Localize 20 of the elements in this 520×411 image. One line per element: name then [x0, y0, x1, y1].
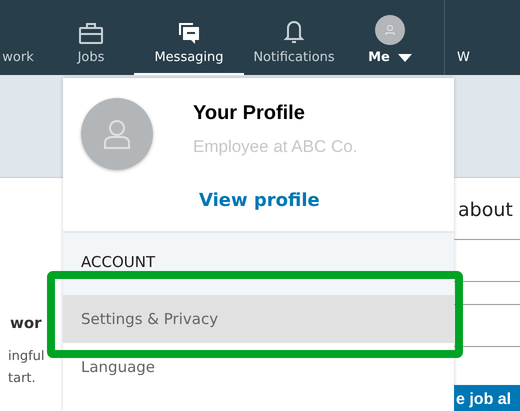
nav-item[interactable]: W — [445, 50, 470, 75]
nav-item[interactable]: Me — [344, 0, 436, 75]
menu-item[interactable]: Settings & Privacy — [63, 295, 454, 343]
job-alert-button[interactable]: e job al — [454, 385, 520, 411]
briefcase-icon — [78, 21, 104, 45]
messages-icon — [176, 21, 202, 45]
nav-item[interactable]: work — [0, 0, 48, 75]
avatar-icon — [375, 15, 405, 45]
page-text: tart. — [8, 370, 37, 388]
nav-item[interactable]: Notifications — [244, 0, 344, 75]
view-profile-link[interactable]: View profile — [199, 190, 320, 211]
bell-icon — [282, 19, 306, 45]
profile-name: Your Profile — [193, 102, 306, 125]
caret-icon — [398, 54, 412, 62]
nav-item[interactable]: Jobs — [48, 0, 134, 75]
page-text: ingful — [8, 348, 46, 366]
section-heading: ACCOUNT — [80, 253, 156, 273]
page-text: about — [458, 199, 514, 221]
page-text: wor — [10, 314, 43, 332]
avatar-icon — [81, 98, 153, 170]
